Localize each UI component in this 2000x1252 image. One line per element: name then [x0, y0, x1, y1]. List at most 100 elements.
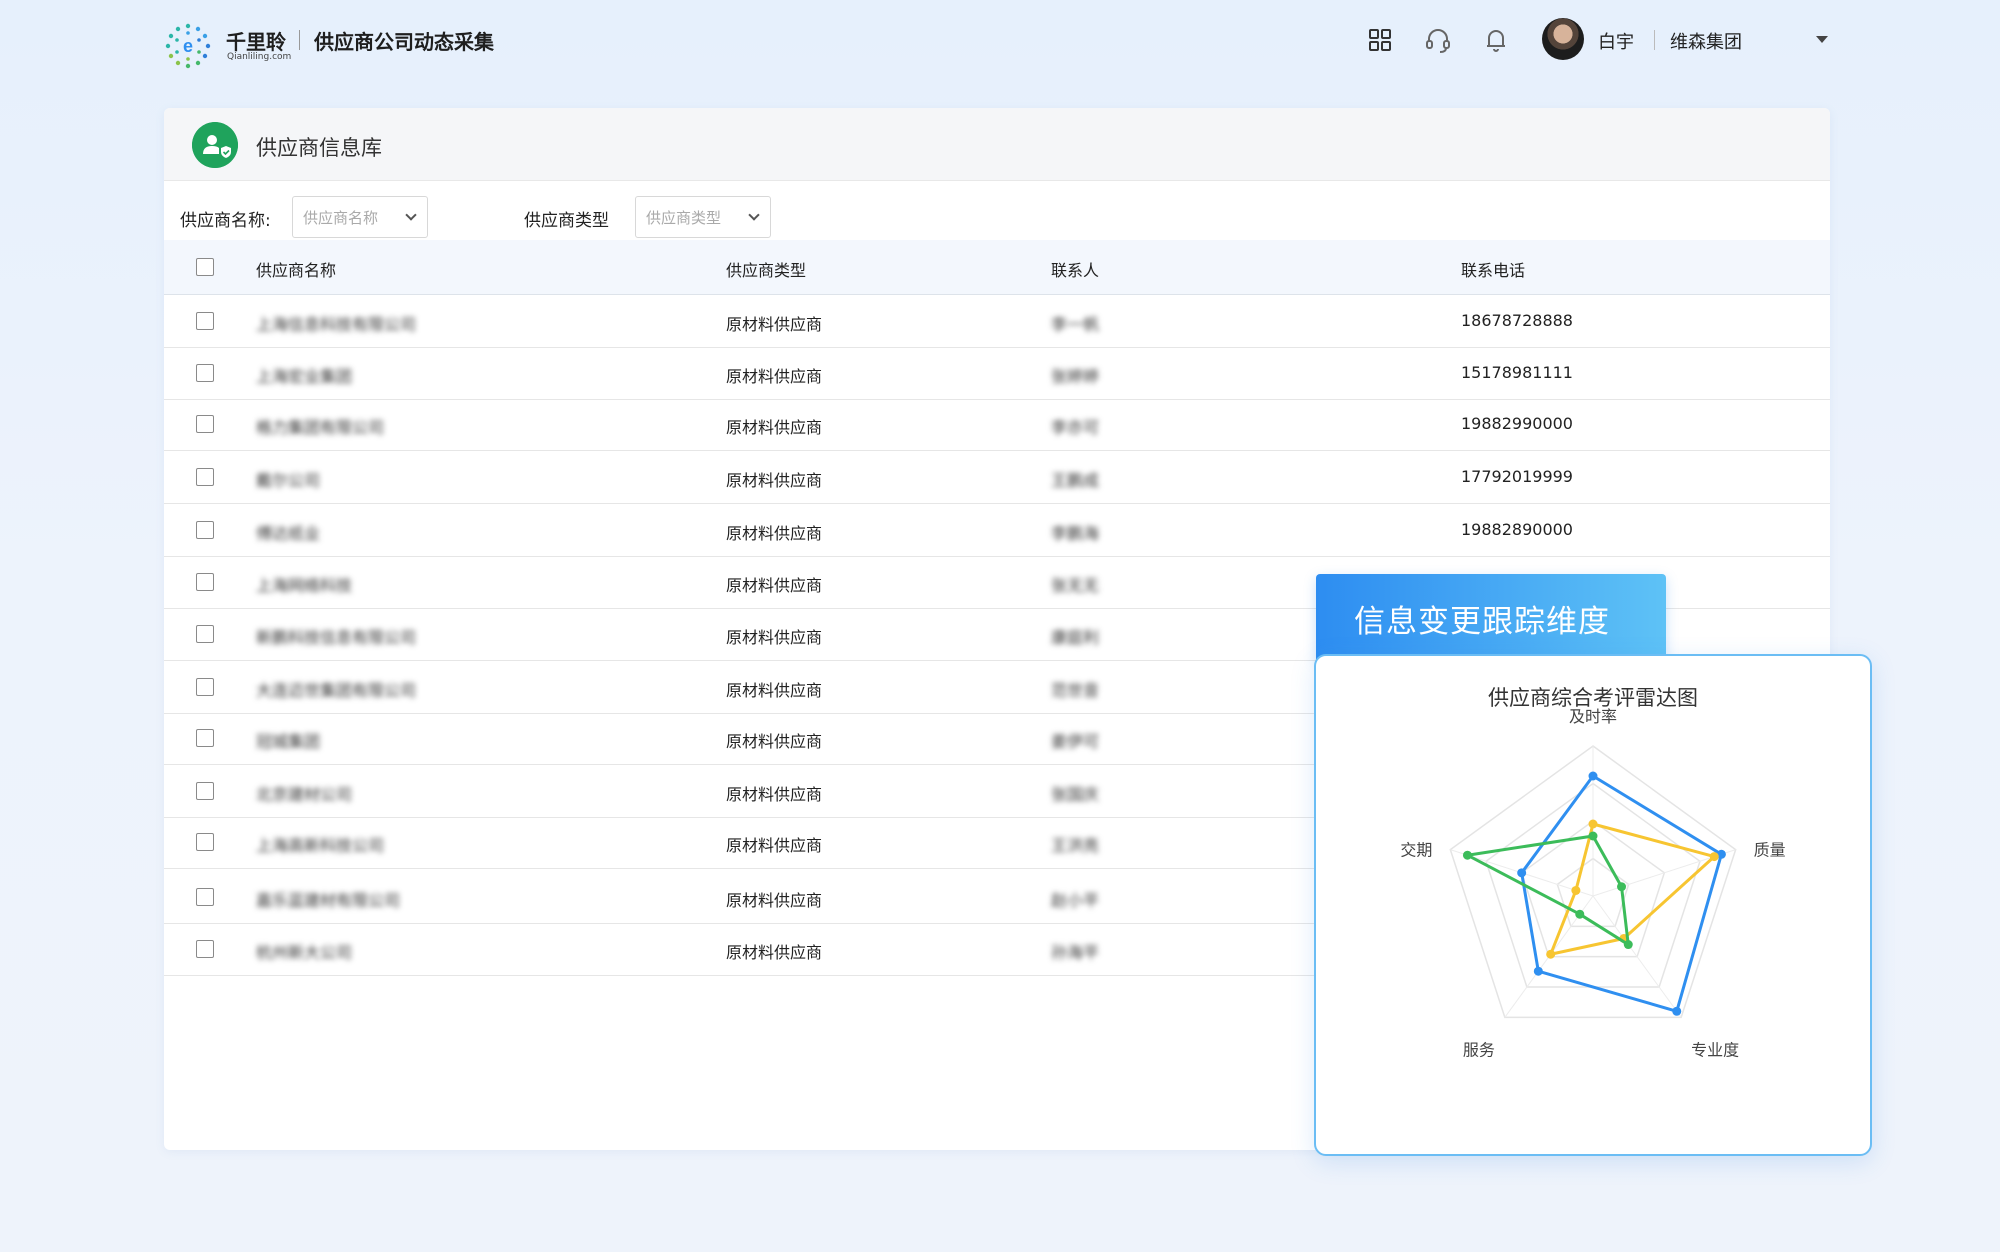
col-contact[interactable]: 联系人 [1051, 257, 1099, 281]
row-checkbox[interactable] [196, 521, 214, 539]
filter-type-label: 供应商类型 [524, 211, 609, 231]
cell-phone: 15178981111 [1461, 363, 1573, 382]
cell-contact: 姜伊可 [1051, 732, 1100, 751]
bell-notification-icon[interactable] [1482, 26, 1510, 54]
table-row[interactable]: 上海信息科技有限公司 原材料供应商 李一帆 18678728888 [164, 295, 1830, 348]
user-avatar[interactable] [1542, 18, 1584, 60]
row-checkbox[interactable] [196, 573, 214, 591]
radar-point [1462, 850, 1472, 860]
col-phone[interactable]: 联系电话 [1461, 257, 1525, 281]
cell-supplier-name: 冠城集团 [256, 732, 321, 751]
cell-supplier-type: 原材料供应商 [726, 785, 823, 804]
row-checkbox[interactable] [196, 678, 214, 696]
panel-header: 供应商信息库 [164, 108, 1830, 181]
cell-contact: 张国庆 [1051, 785, 1100, 804]
radar-point [1588, 819, 1598, 829]
cell-contact: 李一帆 [1051, 315, 1100, 334]
row-checkbox[interactable] [196, 782, 214, 800]
cell-contact: 赵小平 [1051, 891, 1100, 910]
table-row[interactable]: 格力集团有限公司 原材料供应商 李亦可 19882990000 [164, 398, 1830, 451]
cell-supplier-name: 上海信息科技有限公司 [256, 315, 417, 334]
filter-name-label: 供应商名称: [180, 211, 271, 231]
panel-title: 供应商信息库 [256, 136, 382, 160]
cell-contact: 张无无 [1051, 576, 1100, 595]
radar-axis-label: 专业度 [1691, 1040, 1739, 1059]
col-supplier-name[interactable]: 供应商名称 [256, 257, 336, 281]
cell-supplier-type: 原材料供应商 [726, 681, 823, 700]
cell-supplier-name: 戴尔公司 [256, 471, 321, 490]
cell-supplier-type: 原材料供应商 [726, 315, 823, 334]
cell-contact: 王洪亮 [1051, 836, 1100, 855]
cell-supplier-type: 原材料供应商 [726, 367, 823, 386]
cell-supplier-name: 新鹏科技信息有限公司 [256, 628, 417, 647]
chevron-down-icon [405, 209, 417, 221]
row-checkbox[interactable] [196, 833, 214, 851]
top-header: e 千里聆 Qianliling.com 供应商公司动态采集 白宇 维森集团 [0, 0, 2000, 84]
supplier-type-select[interactable]: 供应商类型 [635, 196, 771, 238]
cell-supplier-name: 北京建材公司 [256, 785, 353, 804]
row-checkbox[interactable] [196, 415, 214, 433]
col-supplier-type[interactable]: 供应商类型 [726, 257, 806, 281]
radar-point [1588, 831, 1598, 841]
supplier-type-placeholder: 供应商类型 [646, 209, 722, 227]
org-name[interactable]: 维森集团 [1670, 28, 1742, 54]
cell-supplier-type: 原材料供应商 [726, 524, 823, 543]
cell-contact: 李亦可 [1051, 418, 1100, 437]
radar-axis-label: 及时率 [1569, 707, 1617, 726]
cell-phone: 17792019999 [1461, 467, 1573, 486]
caret-down-icon[interactable] [1816, 36, 1828, 43]
radar-point [1575, 909, 1585, 919]
cell-phone: 19882990000 [1461, 414, 1573, 433]
row-checkbox[interactable] [196, 625, 214, 643]
supplier-name-select[interactable]: 供应商名称 [292, 196, 428, 238]
radar-axis-label: 质量 [1754, 841, 1786, 860]
radar-point [1517, 868, 1527, 878]
cell-phone: 19882890000 [1461, 520, 1573, 539]
row-checkbox[interactable] [196, 888, 214, 906]
cell-supplier-type: 原材料供应商 [726, 732, 823, 751]
cell-contact: 康庭利 [1051, 628, 1100, 647]
radar-point [1672, 1006, 1682, 1016]
radar-series-line [1465, 834, 1630, 947]
cell-supplier-name: 格力集团有限公司 [256, 418, 385, 437]
cell-contact: 孙海平 [1051, 943, 1100, 962]
radar-point [1533, 966, 1543, 976]
radar-point [1623, 940, 1633, 950]
chevron-down-icon [748, 209, 760, 221]
radar-axis-label: 服务 [1463, 1040, 1495, 1059]
title-separator [299, 30, 300, 50]
table-row[interactable]: 傅达纸业 原材料供应商 李鹏海 19882890000 [164, 504, 1830, 557]
supplier-user-icon [192, 122, 238, 168]
brand-name: 千里聆 [226, 30, 286, 54]
table-row[interactable]: 上海宏业集团 原材料供应商 张婷婷 15178981111 [164, 347, 1830, 400]
radar-point [1617, 882, 1627, 892]
select-all-checkbox[interactable] [196, 258, 214, 276]
table-header: 供应商名称 供应商类型 联系人 联系电话 [164, 240, 1830, 295]
brand-domain: Qianliling.com [227, 52, 292, 62]
cell-supplier-name: 大连迈世集团有限公司 [256, 681, 417, 700]
cell-contact: 张婷婷 [1051, 367, 1100, 386]
table-row[interactable]: 戴尔公司 原材料供应商 王鹏成 17792019999 [164, 451, 1830, 504]
cell-contact: 范世音 [1051, 681, 1100, 700]
supplier-name-placeholder: 供应商名称 [303, 209, 379, 227]
row-checkbox[interactable] [196, 940, 214, 958]
user-name[interactable]: 白宇 [1598, 28, 1634, 54]
tracking-dimension-tab[interactable]: 信息变更跟踪维度 [1316, 574, 1666, 660]
qianliling-logo: e [165, 23, 211, 69]
headset-support-icon[interactable] [1424, 26, 1452, 54]
cell-supplier-type: 原材料供应商 [726, 836, 823, 855]
apps-grid-icon[interactable] [1366, 26, 1394, 54]
cell-phone: 18678728888 [1461, 311, 1573, 330]
cell-supplier-type: 原材料供应商 [726, 943, 823, 962]
cell-supplier-type: 原材料供应商 [726, 891, 823, 910]
cell-contact: 李鹏海 [1051, 524, 1100, 543]
cell-supplier-type: 原材料供应商 [726, 471, 823, 490]
cell-supplier-type: 原材料供应商 [726, 576, 823, 595]
row-checkbox[interactable] [196, 468, 214, 486]
radar-point [1546, 949, 1556, 959]
row-checkbox[interactable] [196, 364, 214, 382]
svg-text:e: e [183, 36, 193, 56]
radar-point [1709, 852, 1719, 862]
row-checkbox[interactable] [196, 729, 214, 747]
row-checkbox[interactable] [196, 312, 214, 330]
